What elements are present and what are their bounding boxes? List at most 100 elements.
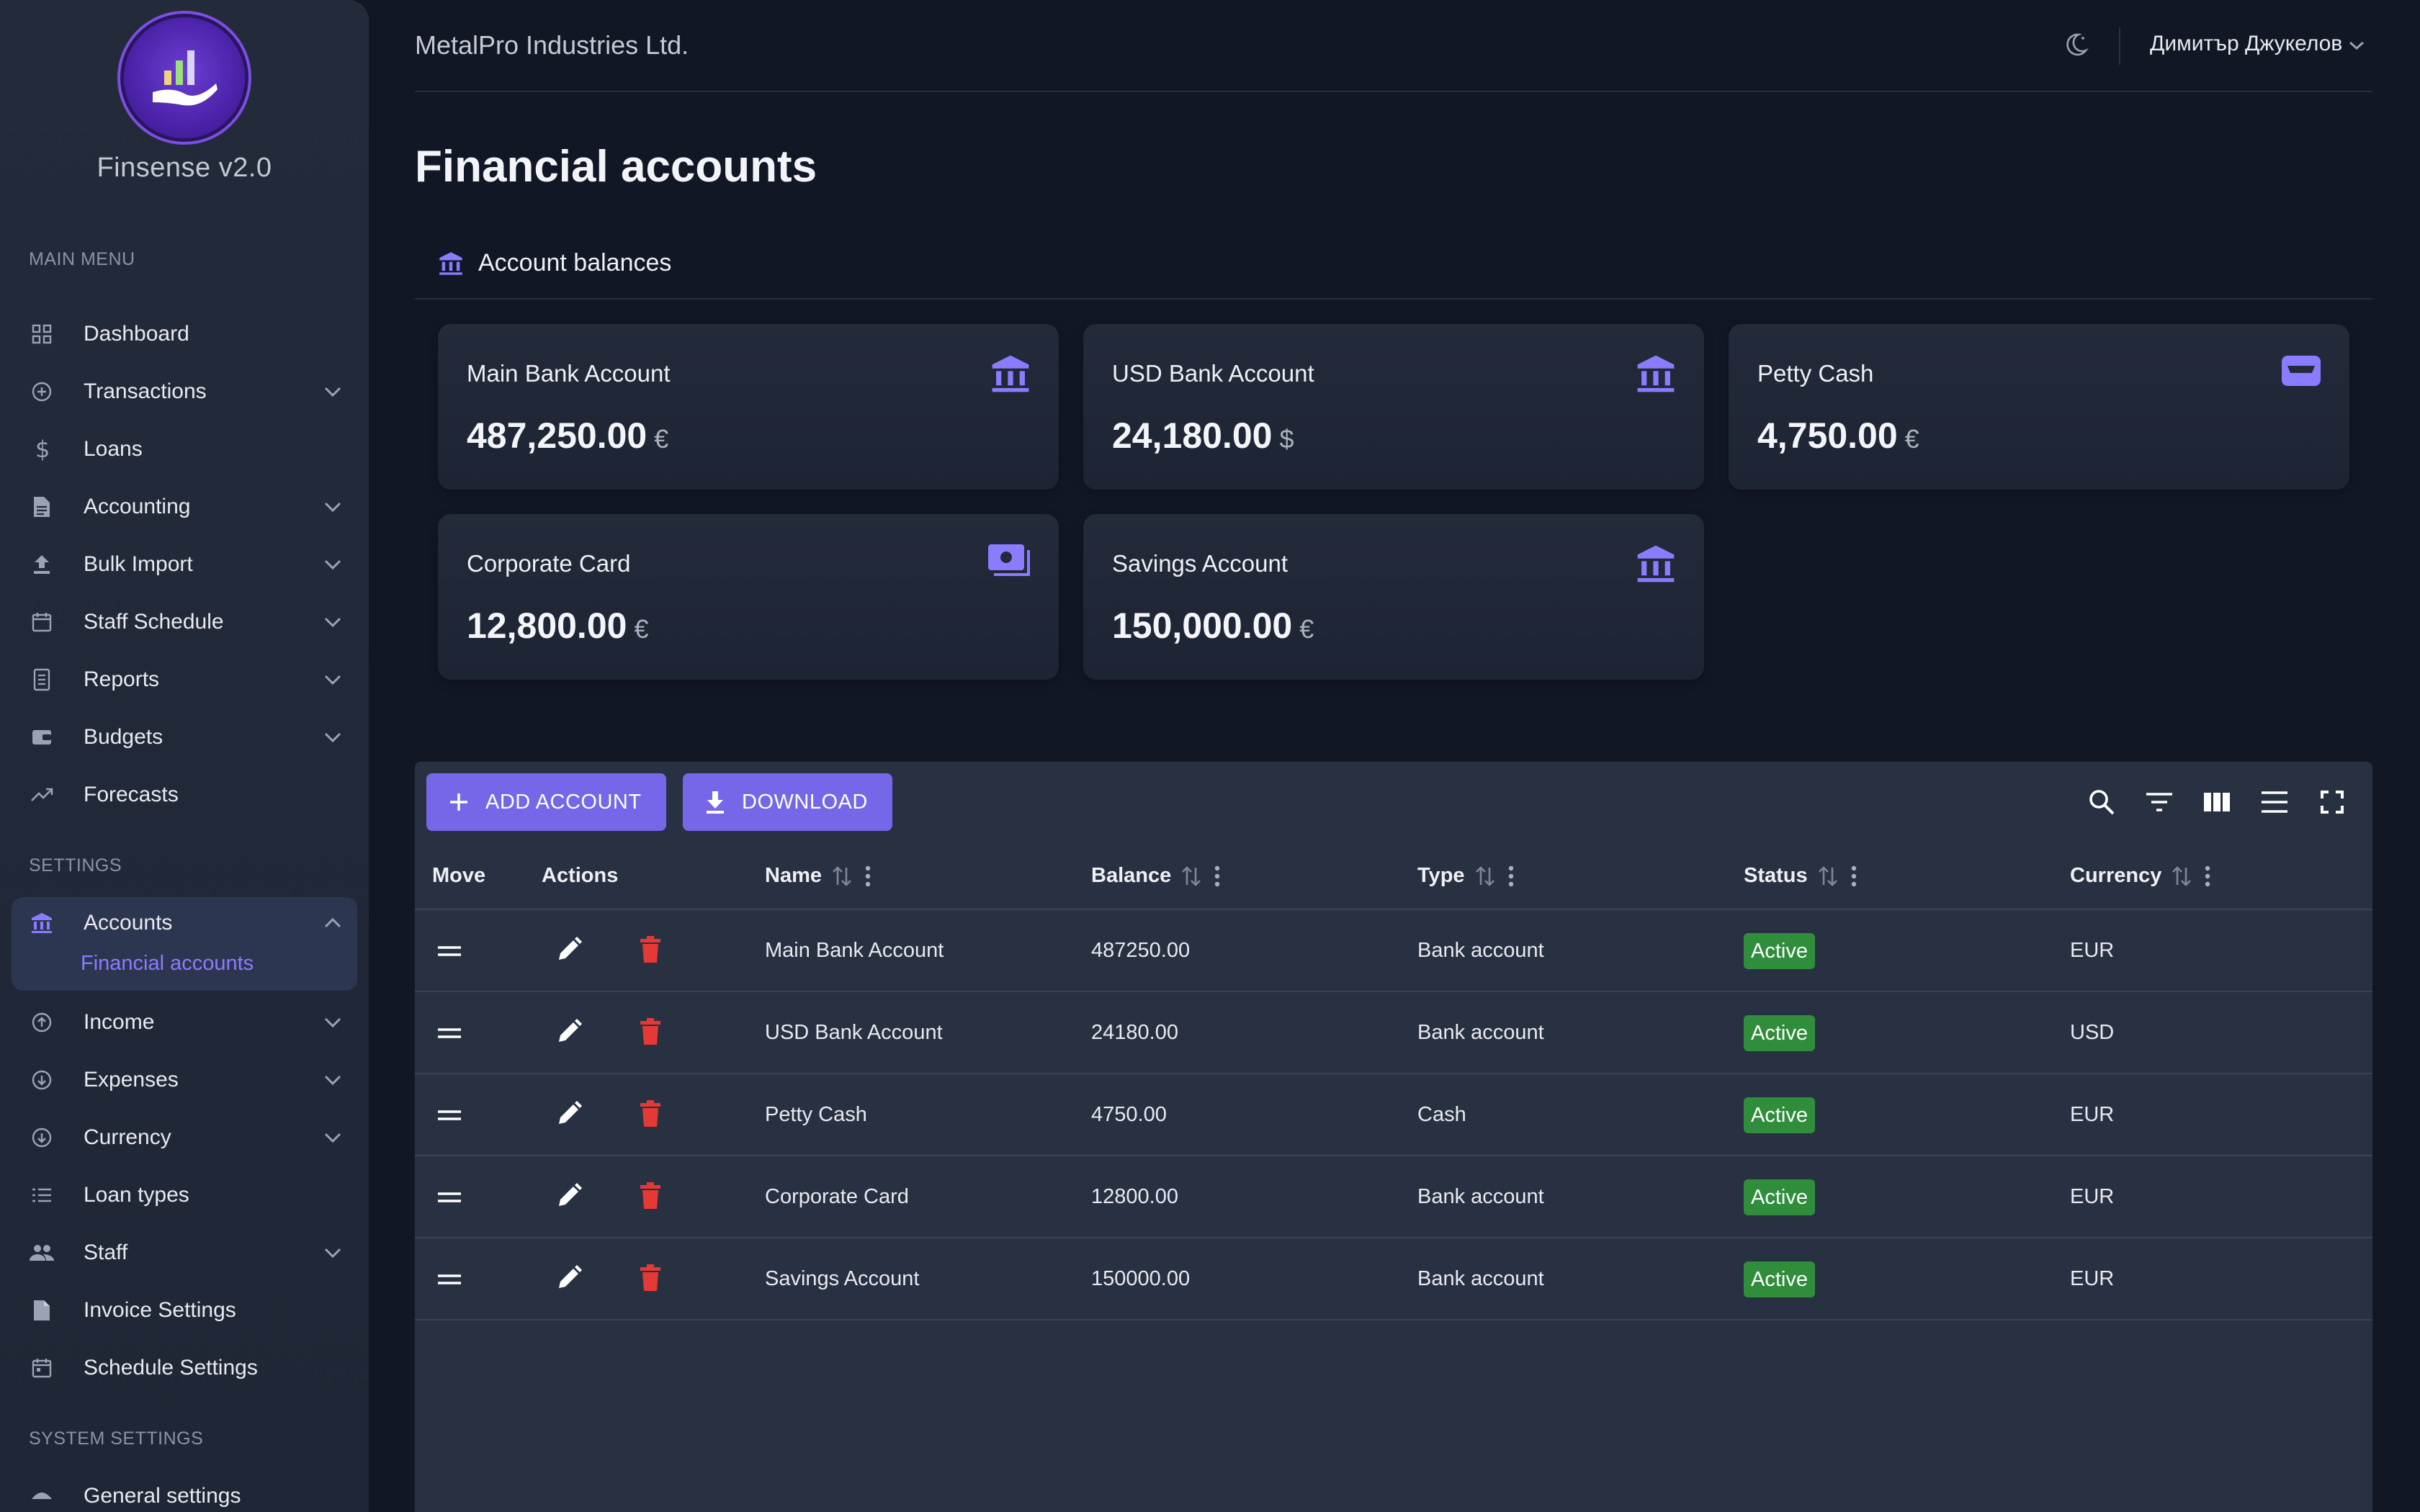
plus-icon (448, 791, 470, 813)
drag-handle[interactable] (436, 1274, 462, 1289)
sidebar-item-bulk-import[interactable]: Bulk Import (29, 544, 346, 585)
balance-card[interactable]: USD Bank Account 24,180.00 $ (1083, 324, 1704, 490)
density-icon (2262, 791, 2287, 813)
sidebar-item-staff[interactable]: Staff (29, 1233, 346, 1273)
column-header-currency[interactable]: Currency (2070, 864, 2210, 888)
trash-icon (640, 1264, 661, 1295)
column-menu-icon[interactable] (2205, 865, 2210, 888)
columns-button[interactable] (2200, 785, 2234, 819)
sort-icon[interactable] (2172, 865, 2192, 888)
sidebar-item-dashboard[interactable]: Dashboard (29, 314, 346, 354)
sidebar-item-label: Staff Schedule (84, 610, 224, 634)
drag-handle[interactable] (436, 1192, 462, 1207)
sidebar-item-loans[interactable]: $ Loans (29, 429, 346, 469)
chevron-down-icon (320, 609, 346, 635)
sidebar-item-invoice-settings[interactable]: Invoice Settings (29, 1290, 346, 1331)
drag-handle[interactable] (436, 945, 462, 960)
delete-button[interactable] (640, 1182, 661, 1213)
card-currency: $ (1279, 424, 1294, 454)
column-menu-icon[interactable] (1508, 865, 1514, 888)
balance-card[interactable]: Savings Account 150,000.00 € (1083, 514, 1704, 680)
sidebar-item-reports[interactable]: Reports (29, 660, 346, 700)
app-root: Finsense v2.0 MAIN MENU Dashboard Transa… (0, 0, 2420, 1512)
sidebar-item-label: Invoice Settings (84, 1298, 236, 1322)
delete-button[interactable] (640, 936, 661, 967)
arrow-up-circle-icon (29, 1009, 55, 1035)
download-button[interactable]: DOWNLOAD (683, 773, 892, 831)
sidebar-item-income[interactable]: Income (29, 1002, 346, 1043)
balance-card[interactable]: Main Bank Account 487,250.00 € (438, 324, 1059, 490)
chevron-down-icon (320, 1067, 346, 1093)
sort-icon[interactable] (1475, 865, 1495, 888)
dark-mode-toggle[interactable] (2061, 30, 2090, 63)
drag-handle[interactable] (436, 1027, 462, 1043)
column-header-actions: Actions (542, 864, 618, 888)
sidebar-item-transactions[interactable]: Transactions (29, 372, 346, 412)
sidebar-item-label: Budgets (84, 725, 163, 749)
chevron-down-icon (320, 724, 346, 750)
filter-icon (2146, 793, 2172, 811)
edit-button[interactable] (555, 935, 583, 968)
search-button[interactable] (2084, 785, 2119, 819)
delete-button[interactable] (640, 1100, 661, 1131)
plus-circle-icon (29, 379, 55, 405)
edit-button[interactable] (555, 1099, 583, 1132)
edit-button[interactable] (555, 1182, 583, 1214)
add-account-button[interactable]: ADD ACCOUNT (426, 773, 666, 831)
card-amount: 150,000.00 (1112, 606, 1293, 646)
delete-button[interactable] (640, 1018, 661, 1049)
cell-name: Savings Account (765, 1267, 920, 1290)
sort-icon[interactable] (1818, 865, 1838, 888)
sidebar-item-loan-types[interactable]: Loan types (29, 1175, 346, 1215)
edit-button[interactable] (555, 1264, 583, 1296)
chevron-down-icon (320, 667, 346, 693)
delete-button[interactable] (640, 1264, 661, 1295)
list-icon (29, 1182, 55, 1208)
sidebar-item-schedule-settings[interactable]: Schedule Settings (29, 1348, 346, 1388)
density-button[interactable] (2257, 785, 2292, 819)
column-header-status[interactable]: Status (1744, 864, 1857, 888)
user-menu[interactable]: Димитър Джукелов (2150, 32, 2365, 56)
bank-icon (1635, 353, 1677, 398)
column-menu-icon[interactable] (1851, 865, 1857, 888)
system-settings-label: SYSTEM SETTINGS (29, 1428, 204, 1449)
cell-name: Main Bank Account (765, 939, 944, 962)
drag-handle-icon (436, 1027, 462, 1043)
app-logo[interactable] (124, 17, 245, 138)
card-currency: € (654, 424, 669, 454)
grid-icon (29, 321, 55, 347)
settings-label: SETTINGS (29, 855, 122, 876)
calendar-icon (29, 1355, 55, 1381)
sidebar-item-accounts[interactable]: Accounts (29, 903, 346, 943)
column-header-balance[interactable]: Balance (1091, 864, 1220, 888)
sort-icon[interactable] (1181, 865, 1201, 888)
status-badge: Active (1744, 1261, 1815, 1297)
column-header-name[interactable]: Name (765, 864, 871, 888)
upload-icon (29, 552, 55, 577)
column-header-type[interactable]: Type (1417, 864, 1514, 888)
sidebar-item-accounting[interactable]: Accounting (29, 487, 346, 527)
balance-card[interactable]: Corporate Card 12,800.00 € (438, 514, 1059, 680)
status-badge: Active (1744, 933, 1815, 969)
fullscreen-button[interactable] (2315, 785, 2349, 819)
sidebar-item-staff-schedule[interactable]: Staff Schedule (29, 602, 346, 642)
drag-handle[interactable] (436, 1110, 462, 1125)
balance-card[interactable]: Petty Cash 4,750.00 € (1729, 324, 2349, 490)
sidebar-item-general-settings[interactable]: General settings (29, 1476, 346, 1512)
page-title: Financial accounts (415, 142, 817, 192)
sidebar-item-forecasts[interactable]: Forecasts (29, 775, 346, 815)
sidebar-subitem-financial-accounts[interactable]: Financial accounts (81, 952, 254, 976)
sidebar-item-expenses[interactable]: Expenses (29, 1060, 346, 1100)
sort-icon[interactable] (832, 865, 852, 888)
filter-button[interactable] (2142, 785, 2177, 819)
sidebar-item-budgets[interactable]: Budgets (29, 717, 346, 757)
card-amount: 487,250.00 (467, 415, 647, 456)
logo-chart-hand-icon (153, 50, 218, 106)
edit-button[interactable] (555, 1017, 583, 1050)
sidebar-item-label: Income (84, 1010, 155, 1034)
cell-currency: EUR (2070, 1267, 2115, 1290)
sidebar-item-label: Loans (84, 437, 143, 461)
column-menu-icon[interactable] (1214, 865, 1220, 888)
column-menu-icon[interactable] (865, 865, 871, 888)
sidebar-item-currency[interactable]: Currency (29, 1117, 346, 1158)
